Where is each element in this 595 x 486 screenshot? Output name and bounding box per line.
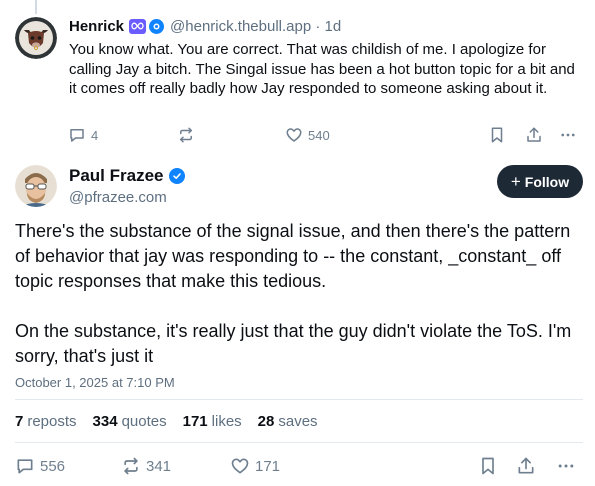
reply-button[interactable]: 556: [15, 455, 65, 477]
reposts-label: reposts: [27, 412, 77, 430]
reposts-stat[interactable]: 7 reposts: [15, 413, 77, 430]
divider: [15, 442, 583, 443]
author-handle-timestamp[interactable]: @henrick.thebull.app · 1d: [170, 18, 341, 35]
post-text: You know what. You are correct. That was…: [69, 41, 575, 98]
likes-label: likes: [211, 412, 242, 430]
follow-button[interactable]: + Follow: [497, 165, 583, 198]
heart-icon: [231, 458, 249, 474]
share-button[interactable]: [525, 124, 543, 146]
repost-icon: [180, 127, 192, 143]
author-name[interactable]: Henrick: [69, 18, 124, 35]
bookmark-icon: [491, 127, 503, 143]
more-options-button[interactable]: [556, 455, 576, 477]
verified-badge-icon: [149, 18, 165, 34]
verified-check-icon: [168, 168, 185, 184]
reply-count: 4: [91, 127, 99, 143]
like-count: 171: [255, 457, 281, 475]
saves-count: 28: [257, 412, 275, 430]
reply-icon: [17, 459, 33, 474]
saves-stat[interactable]: 28 saves: [258, 413, 318, 430]
like-button[interactable]: 171: [230, 455, 280, 477]
more-icon: [561, 133, 575, 137]
repost-button[interactable]: [177, 124, 195, 146]
likes-stat[interactable]: 171 likes: [183, 413, 242, 430]
reposts-count: 7: [15, 412, 24, 430]
bookmark-button[interactable]: [478, 455, 498, 477]
author-handle[interactable]: @pfrazee.com: [69, 189, 167, 206]
plus-icon: +: [510, 172, 521, 191]
repost-icon: [124, 457, 138, 475]
bookmark-button[interactable]: [488, 124, 506, 146]
heart-icon: [286, 128, 302, 142]
more-options-button[interactable]: [559, 124, 577, 146]
author-name[interactable]: Paul Frazee: [69, 166, 164, 186]
avatar[interactable]: [15, 165, 57, 207]
follow-label: Follow: [524, 173, 570, 190]
likes-count: 171: [182, 412, 208, 430]
post-text: There's the substance of the signal issu…: [15, 221, 572, 366]
more-icon: [558, 464, 574, 468]
infinity-badge-icon: [129, 18, 147, 34]
author-name-row: Paul Frazee: [69, 166, 185, 186]
post-actions: 4 540: [60, 124, 595, 146]
quotes-count: 334: [92, 412, 118, 430]
share-icon: [527, 127, 541, 142]
saves-label: saves: [278, 412, 318, 430]
reply-icon: [70, 129, 84, 142]
bookmark-icon: [482, 457, 494, 475]
post-actions: 556 341 171: [0, 455, 595, 477]
parent-post[interactable]: Henrick @henrick.thebull.app · 1d You kn…: [0, 0, 595, 155]
share-icon: [518, 457, 534, 474]
repost-count: 341: [146, 457, 172, 475]
divider: [15, 399, 583, 400]
quotes-stat[interactable]: 334 quotes: [93, 413, 167, 430]
reply-button[interactable]: 4: [68, 124, 98, 146]
engagement-stats: 7 reposts 334 quotes 171 likes 28 saves: [15, 411, 334, 431]
share-button[interactable]: [516, 455, 536, 477]
post-header: Henrick @henrick.thebull.app · 1d: [69, 16, 341, 36]
like-button[interactable]: 540: [285, 124, 330, 146]
avatar[interactable]: [15, 17, 57, 59]
quotes-label: quotes: [121, 412, 167, 430]
post-timestamp[interactable]: October 1, 2025 at 7:10 PM: [15, 375, 175, 390]
like-count: 540: [308, 127, 330, 143]
repost-button[interactable]: 341: [121, 455, 171, 477]
reply-count: 556: [40, 457, 66, 475]
